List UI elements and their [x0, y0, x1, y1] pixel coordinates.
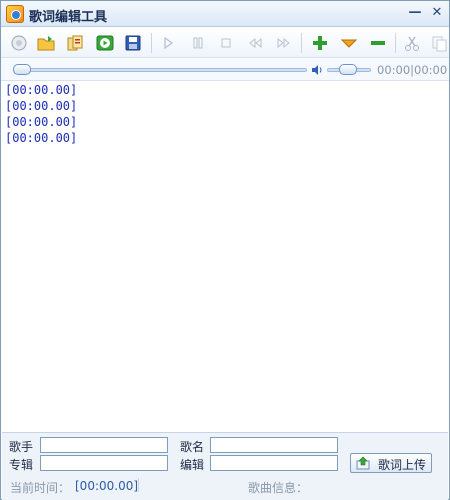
- save-icon[interactable]: [124, 34, 142, 52]
- editor-field[interactable]: [210, 455, 338, 471]
- minimize-button[interactable]: —: [407, 5, 423, 21]
- song-info-label: 歌曲信息：: [248, 481, 309, 495]
- new-icon[interactable]: [10, 34, 28, 52]
- current-time-value: [00:00.00]: [75, 479, 139, 493]
- import-icon[interactable]: [66, 34, 84, 52]
- toolbar-separator: [301, 33, 302, 53]
- open-folder-icon[interactable]: [37, 34, 55, 52]
- toolbar-separator: [395, 33, 396, 53]
- stop-icon[interactable]: [217, 34, 235, 52]
- upload-lyrics-label: 歌词上传: [378, 458, 427, 472]
- lyric-line[interactable]: [00:00.00]: [5, 99, 77, 113]
- move-down-icon[interactable]: [340, 34, 358, 52]
- current-time-label: 当前时间：: [10, 481, 71, 495]
- editor-label: 编辑: [180, 458, 205, 472]
- volume-icon[interactable]: [311, 64, 323, 76]
- remove-line-icon[interactable]: [369, 34, 387, 52]
- play-green-icon[interactable]: [96, 34, 114, 52]
- app-icon: [6, 5, 24, 23]
- play-icon[interactable]: [159, 34, 177, 52]
- cut-icon[interactable]: [403, 34, 421, 52]
- upload-icon: [356, 456, 370, 470]
- rewind-icon[interactable]: [246, 34, 264, 52]
- upload-lyrics-button[interactable]: 歌词上传: [350, 453, 432, 473]
- playback-bar: 00:00|00:00: [1, 59, 449, 81]
- status-separator: [138, 478, 139, 492]
- pause-icon[interactable]: [189, 34, 207, 52]
- lyric-line[interactable]: [00:00.00]: [5, 131, 77, 145]
- album-label: 专辑: [9, 458, 34, 472]
- lyrics-editor-window: 歌词编辑工具 — ✕ 00:00|00:00 [00:00.00] [00:00…: [0, 0, 450, 500]
- song-name-label: 歌名: [180, 440, 205, 454]
- copy-icon[interactable]: [431, 34, 449, 52]
- song-name-field[interactable]: [210, 437, 338, 453]
- playback-time: 00:00|00:00: [377, 63, 448, 77]
- toolbar-separator: [151, 33, 152, 53]
- volume-slider-thumb[interactable]: [339, 64, 357, 75]
- fast-forward-icon[interactable]: [275, 34, 293, 52]
- lyric-line[interactable]: [00:00.00]: [5, 115, 77, 129]
- window-title: 歌词编辑工具: [29, 10, 108, 25]
- seek-slider[interactable]: [13, 68, 307, 72]
- seek-slider-thumb[interactable]: [13, 64, 31, 75]
- close-button[interactable]: ✕: [429, 5, 445, 21]
- add-line-icon[interactable]: [311, 34, 329, 52]
- singer-label: 歌手: [9, 440, 34, 454]
- song-info-panel: 歌手 歌名 专辑 编辑 歌词上传 当前时间： [00:00.00] 歌曲信息：: [2, 432, 448, 500]
- lyric-line[interactable]: [00:00.00]: [5, 83, 77, 97]
- lyrics-text-area[interactable]: [00:00.00] [00:00.00] [00:00.00] [00:00.…: [2, 81, 448, 432]
- album-field[interactable]: [40, 455, 168, 471]
- singer-field[interactable]: [40, 437, 168, 453]
- title-bar[interactable]: 歌词编辑工具 — ✕: [1, 1, 449, 27]
- toolbar: [1, 28, 449, 58]
